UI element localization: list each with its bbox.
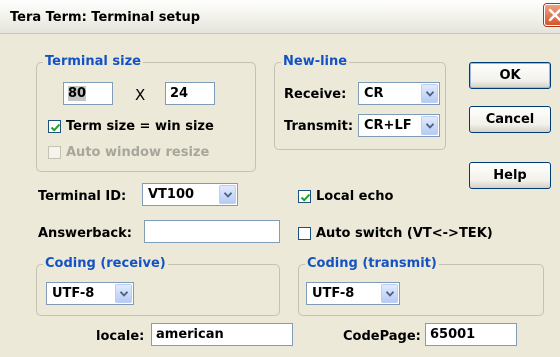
- terminal-id-label: Terminal ID:: [38, 189, 127, 204]
- local-echo-checkbox[interactable]: [298, 190, 311, 203]
- new-line-legend: New-line: [281, 54, 350, 69]
- coding-transmit-value: UTF-8: [312, 286, 355, 301]
- terminal-size-legend: Terminal size: [43, 54, 143, 69]
- terminal-setup-dialog: Tera Term: Terminal setup Terminal size …: [0, 0, 560, 357]
- terminal-columns-input[interactable]: 80: [63, 82, 113, 105]
- title-bar[interactable]: Tera Term: Terminal setup: [0, 0, 560, 34]
- term-size-label[interactable]: Term size = win size: [66, 119, 214, 134]
- coding-receive-select[interactable]: UTF-8: [46, 282, 134, 305]
- close-button[interactable]: [544, 4, 560, 26]
- size-times-label: X: [135, 86, 146, 104]
- transmit-select[interactable]: CR+LF: [358, 114, 440, 137]
- coding-transmit-select[interactable]: UTF-8: [306, 282, 400, 305]
- transmit-dropdown-arrow[interactable]: [421, 116, 438, 135]
- receive-label: Receive:: [284, 87, 347, 102]
- window-title: Tera Term: Terminal setup: [10, 10, 201, 25]
- coding-transmit-legend: Coding (transmit): [305, 256, 439, 271]
- locale-label: locale:: [96, 329, 145, 344]
- ok-button[interactable]: OK: [469, 62, 551, 89]
- chevron-down-icon: [426, 91, 434, 97]
- coding-transmit-dropdown-arrow[interactable]: [381, 284, 398, 303]
- auto-switch-checkbox[interactable]: [298, 227, 311, 240]
- local-echo-label[interactable]: Local echo: [316, 189, 393, 204]
- chevron-down-icon: [426, 123, 434, 129]
- chevron-down-icon: [120, 291, 128, 297]
- answerback-label: Answerback:: [38, 226, 132, 241]
- terminal-id-value: VT100: [148, 187, 195, 202]
- receive-value: CR: [364, 86, 384, 101]
- coding-receive-value: UTF-8: [52, 286, 95, 301]
- coding-receive-legend: Coding (receive): [43, 256, 168, 271]
- chevron-down-icon: [386, 291, 394, 297]
- close-icon: [548, 8, 560, 22]
- codepage-label: CodePage:: [343, 329, 421, 344]
- checkmark-icon: [300, 193, 311, 202]
- receive-select[interactable]: CR: [358, 82, 440, 105]
- cancel-button[interactable]: Cancel: [469, 106, 551, 133]
- answerback-input[interactable]: [144, 220, 280, 243]
- transmit-label: Transmit:: [284, 119, 354, 134]
- terminal-id-select[interactable]: VT100: [142, 183, 238, 206]
- coding-receive-dropdown-arrow[interactable]: [115, 284, 132, 303]
- auto-switch-label[interactable]: Auto switch (VT<->TEK): [316, 226, 493, 241]
- checkmark-icon: [50, 123, 61, 132]
- terminal-rows-input[interactable]: 24: [165, 82, 215, 105]
- chevron-down-icon: [224, 192, 232, 198]
- help-button[interactable]: Help: [469, 162, 551, 189]
- locale-input[interactable]: american: [151, 323, 293, 346]
- transmit-value: CR+LF: [364, 118, 412, 133]
- terminal-id-dropdown-arrow[interactable]: [219, 185, 236, 204]
- auto-window-resize-checkbox: [48, 146, 61, 159]
- auto-window-resize-label: Auto window resize: [66, 145, 210, 160]
- receive-dropdown-arrow[interactable]: [421, 84, 438, 103]
- codepage-input[interactable]: 65001: [425, 323, 517, 346]
- term-size-checkbox[interactable]: [48, 120, 61, 133]
